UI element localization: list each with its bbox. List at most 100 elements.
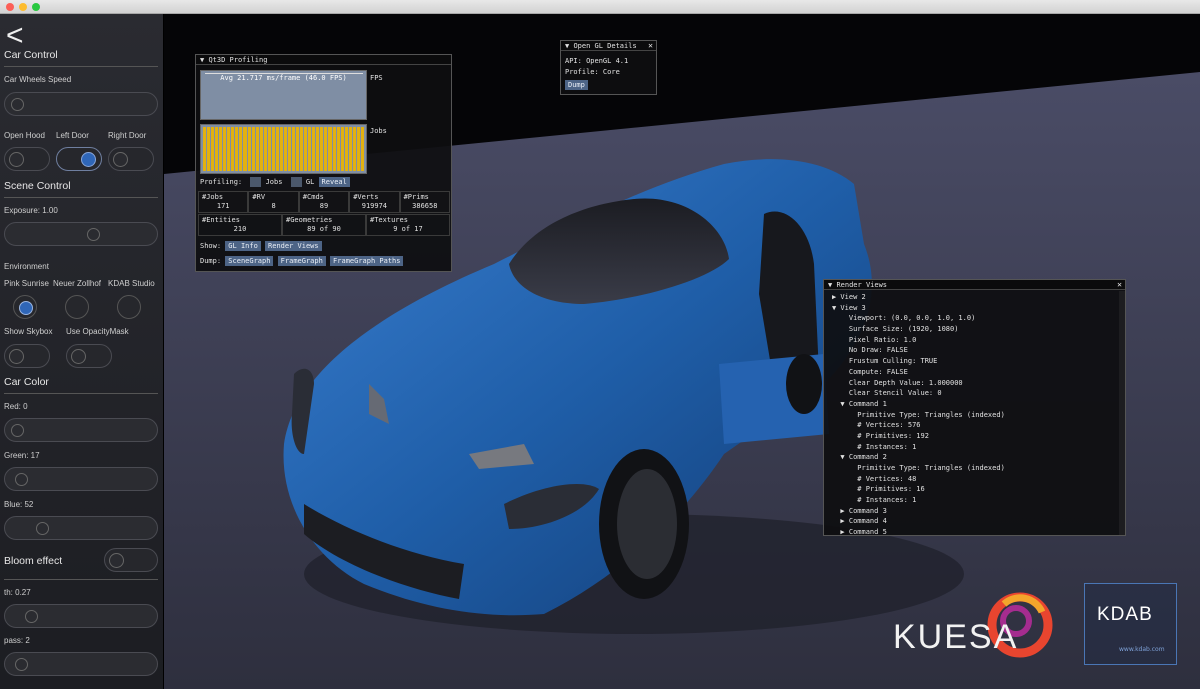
- tree-node[interactable]: ▶ Command 4: [832, 516, 1122, 527]
- opengl-details-panel[interactable]: ▼ Open GL Details ✕ API: OpenGL 4.1 Profi…: [560, 40, 657, 95]
- red-label: Red: 0: [4, 402, 28, 411]
- slider-handle[interactable]: [25, 610, 38, 623]
- left-door-toggle[interactable]: [56, 147, 102, 171]
- close-window-button[interactable]: [6, 3, 14, 11]
- jobs-bar: [247, 127, 251, 171]
- jobs-bar: [320, 127, 324, 171]
- dump-button[interactable]: Dump: [565, 80, 588, 90]
- bloom-effect-label: Bloom effect: [4, 555, 63, 567]
- blue-slider[interactable]: [4, 516, 158, 540]
- render-views-button[interactable]: Render Views: [265, 241, 322, 251]
- env-kdab-studio-label: KDAB Studio: [108, 279, 155, 288]
- threshold-slider[interactable]: [4, 604, 158, 628]
- kuesa-logo-text: KUESA: [893, 618, 1019, 656]
- gl-info-button[interactable]: GL Info: [225, 241, 261, 251]
- gl-checkbox[interactable]: [290, 177, 302, 187]
- slider-handle[interactable]: [15, 658, 28, 671]
- stats-row-1: #Jobs 171 #RV 8 #Cmds 89 #Verts 919974 #Prims 386…: [198, 191, 450, 213]
- profiling-panel-title[interactable]: ▼ Qt3D Profiling: [196, 55, 451, 65]
- wheels-speed-slider[interactable]: [4, 92, 158, 116]
- tree-node[interactable]: ▼ Command 2: [832, 452, 1122, 463]
- slider-handle[interactable]: [36, 522, 49, 535]
- tree-node[interactable]: ▶ Command 3: [832, 506, 1122, 517]
- profiling-panel[interactable]: ▼ Qt3D Profiling Avg 21.717 ms/frame (46…: [195, 54, 452, 272]
- render-views-panel[interactable]: ▼ Render Views ✕ ▶ View 2 ▼ View 3 Viewpor…: [823, 279, 1126, 536]
- stat-value: 386658: [412, 202, 438, 210]
- jobs-bar: [211, 127, 215, 171]
- exposure-label: Exposure: 1.00: [4, 206, 58, 215]
- jobs-graph-label: Jobs: [370, 127, 387, 135]
- frame-graph-button[interactable]: FrameGraph: [277, 256, 326, 266]
- env-pink-sunrise-radio[interactable]: [13, 295, 37, 319]
- slider-handle[interactable]: [11, 98, 24, 111]
- right-door-label: Right Door: [108, 131, 147, 140]
- pass-slider[interactable]: [4, 652, 158, 676]
- divider: [4, 393, 158, 394]
- profile-text: Profile: Core: [565, 68, 620, 76]
- jobs-bar: [300, 127, 304, 171]
- divider: [4, 579, 158, 580]
- tree-node: # Instances: 1: [832, 496, 917, 505]
- tree-node: Clear Stencil Value: 0: [832, 389, 942, 398]
- red-slider[interactable]: [4, 418, 158, 442]
- jobs-bar: [243, 127, 247, 171]
- tree-node: # Primitives: 192: [832, 431, 929, 440]
- scrollbar[interactable]: [1119, 291, 1125, 535]
- opacity-mask-toggle[interactable]: [66, 344, 112, 368]
- tree-node[interactable]: ▼ Command 1: [832, 399, 1122, 410]
- tree-node[interactable]: ▶ Command 5: [832, 527, 1122, 535]
- bloom-effect-toggle[interactable]: [104, 548, 158, 572]
- env-kdab-studio-radio[interactable]: [117, 295, 141, 319]
- stat-value: 210: [233, 225, 247, 233]
- kdab-url: www.kdab.com: [1119, 646, 1165, 653]
- jobs-bar: [352, 127, 356, 171]
- stat-value: 171: [216, 202, 230, 210]
- stat-cell: #RV 8: [248, 191, 299, 213]
- slider-handle[interactable]: [11, 424, 24, 437]
- jobs-bar: [219, 127, 223, 171]
- tree-node[interactable]: ▶ View 2: [832, 292, 1122, 303]
- close-icon[interactable]: ✕: [648, 41, 653, 51]
- slider-handle[interactable]: [87, 228, 100, 241]
- green-slider[interactable]: [4, 467, 158, 491]
- jobs-graph: [200, 124, 367, 174]
- scene-graph-button[interactable]: SceneGraph: [225, 256, 274, 266]
- stat-value: 919974: [361, 202, 388, 210]
- jobs-bar: [340, 127, 344, 171]
- right-door-toggle[interactable]: [108, 147, 154, 171]
- back-button[interactable]: <: [6, 21, 24, 51]
- jobs-bar: [239, 127, 243, 171]
- kdab-logo-text: KDAB: [1097, 604, 1153, 625]
- exposure-slider[interactable]: [4, 222, 158, 246]
- jobs-bar: [332, 127, 336, 171]
- jobs-bar: [267, 127, 271, 171]
- stat-cell: #Verts 919974: [349, 191, 400, 213]
- divider: [4, 66, 158, 67]
- jobs-bar: [251, 127, 255, 171]
- tree-node: Surface Size: (1920, 1080): [832, 325, 959, 334]
- frame-graph-paths-button[interactable]: FrameGraph Paths: [330, 256, 404, 266]
- divider: [4, 197, 158, 198]
- jobs-checkbox[interactable]: [250, 177, 262, 187]
- stat-value: 89 of 90: [307, 225, 341, 233]
- close-icon[interactable]: ✕: [1117, 280, 1122, 290]
- tree-node: # Instances: 1: [832, 442, 917, 451]
- show-row: Show: GL Info Render Views: [200, 241, 322, 251]
- open-hood-toggle[interactable]: [4, 147, 50, 171]
- stat-value: 8: [271, 202, 276, 210]
- stat-cell: #Geometries 89 of 90: [282, 214, 366, 236]
- tree-node[interactable]: ▼ View 3: [832, 303, 1122, 314]
- show-skybox-toggle[interactable]: [4, 344, 50, 368]
- slider-handle[interactable]: [15, 473, 28, 486]
- jobs-bar: [271, 127, 275, 171]
- opacity-mask-label: Use OpacityMask: [66, 327, 129, 336]
- reveal-button[interactable]: Reveal: [318, 177, 350, 187]
- fps-graph-label: FPS: [370, 74, 383, 82]
- minimize-window-button[interactable]: [19, 3, 27, 11]
- render-views-panel-title[interactable]: ▼ Render Views ✕: [824, 280, 1125, 290]
- jobs-bar: [283, 127, 287, 171]
- env-neuer-zollhof-radio[interactable]: [65, 295, 89, 319]
- stat-key: #Textures: [370, 216, 408, 224]
- opengl-panel-title[interactable]: ▼ Open GL Details ✕: [561, 41, 656, 51]
- zoom-window-button[interactable]: [32, 3, 40, 11]
